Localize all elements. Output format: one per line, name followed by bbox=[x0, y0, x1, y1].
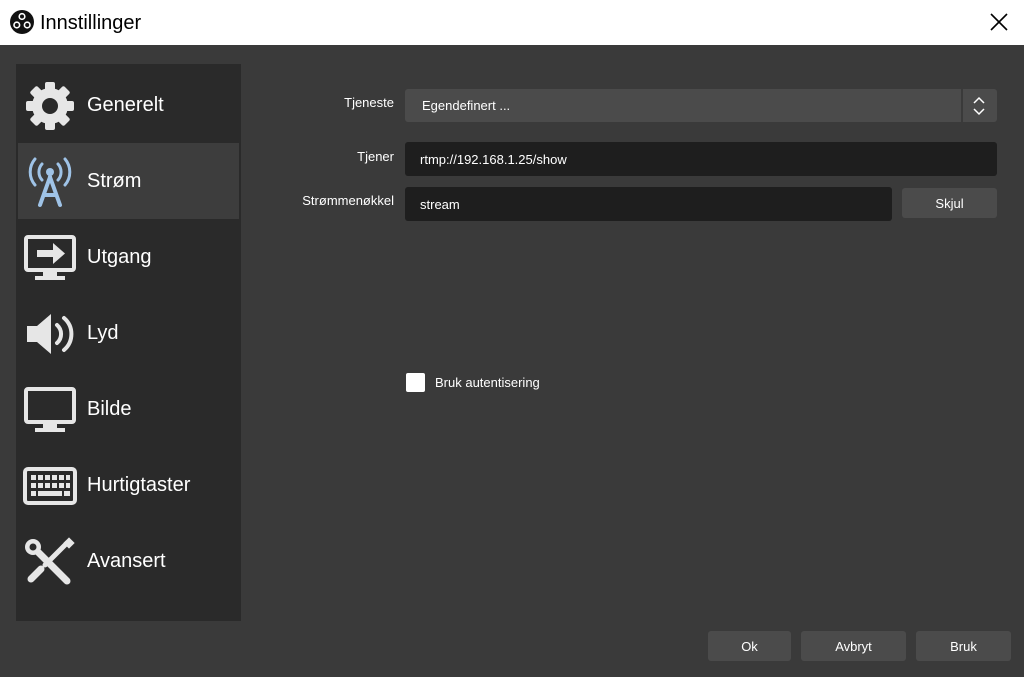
server-input[interactable]: rtmp://192.168.1.25/show bbox=[405, 142, 997, 176]
cancel-button[interactable]: Avbryt bbox=[801, 631, 906, 661]
server-label: Tjener bbox=[357, 149, 394, 164]
sidebar-item-strom[interactable]: Strøm bbox=[18, 143, 239, 219]
broadcast-tower-icon bbox=[28, 157, 72, 207]
sidebar-item-lyd[interactable]: Lyd bbox=[18, 295, 239, 371]
sidebar-item-label: Hurtigtaster bbox=[87, 474, 191, 496]
sidebar-item-avansert[interactable]: Avansert bbox=[18, 523, 239, 599]
service-label: Tjeneste bbox=[344, 95, 394, 110]
title-bar: Innstillinger bbox=[0, 0, 1024, 45]
monitor-output-icon bbox=[24, 235, 76, 280]
sidebar-item-label: Strøm bbox=[87, 170, 142, 192]
sidebar-item-hurtigtaster[interactable]: Hurtigtaster bbox=[18, 447, 239, 523]
sidebar-item-label: Avansert bbox=[87, 550, 166, 572]
hide-key-button[interactable]: Skjul bbox=[902, 188, 997, 218]
monitor-icon bbox=[24, 387, 76, 432]
select-divider bbox=[961, 89, 963, 122]
settings-sidebar: Generelt Strøm Utgang Lyd Bilde Hurtigta… bbox=[16, 64, 241, 621]
ok-button[interactable]: Ok bbox=[708, 631, 791, 661]
gear-icon bbox=[26, 82, 74, 130]
stream-key-label: Strømmenøkkel bbox=[302, 193, 394, 208]
window-title: Innstillinger bbox=[40, 12, 142, 34]
service-select[interactable]: Egendefinert ... bbox=[405, 89, 997, 122]
speaker-icon bbox=[27, 314, 74, 354]
use-auth-checkbox[interactable] bbox=[406, 373, 425, 392]
obs-logo-icon bbox=[10, 10, 34, 34]
stream-key-input-value: stream bbox=[420, 196, 460, 212]
apply-button[interactable]: Bruk bbox=[916, 631, 1011, 661]
close-icon bbox=[990, 13, 1008, 31]
sidebar-item-utgang[interactable]: Utgang bbox=[18, 219, 239, 295]
service-select-value: Egendefinert ... bbox=[422, 98, 511, 113]
sidebar-item-label: Lyd bbox=[87, 322, 119, 344]
close-button[interactable] bbox=[982, 6, 1016, 38]
use-auth-label: Bruk autentisering bbox=[435, 375, 540, 390]
keyboard-icon bbox=[23, 467, 77, 505]
spinner-arrows-icon bbox=[973, 96, 985, 116]
sidebar-item-label: Utgang bbox=[87, 246, 152, 268]
sidebar-item-generelt[interactable]: Generelt bbox=[18, 67, 239, 143]
sidebar-item-label: Generelt bbox=[87, 94, 164, 116]
sidebar-item-bilde[interactable]: Bilde bbox=[18, 371, 239, 447]
sidebar-item-label: Bilde bbox=[87, 398, 132, 420]
server-input-value: rtmp://192.168.1.25/show bbox=[420, 151, 567, 167]
wrench-screwdriver-icon bbox=[25, 537, 75, 585]
stream-key-input[interactable]: stream bbox=[405, 187, 892, 221]
